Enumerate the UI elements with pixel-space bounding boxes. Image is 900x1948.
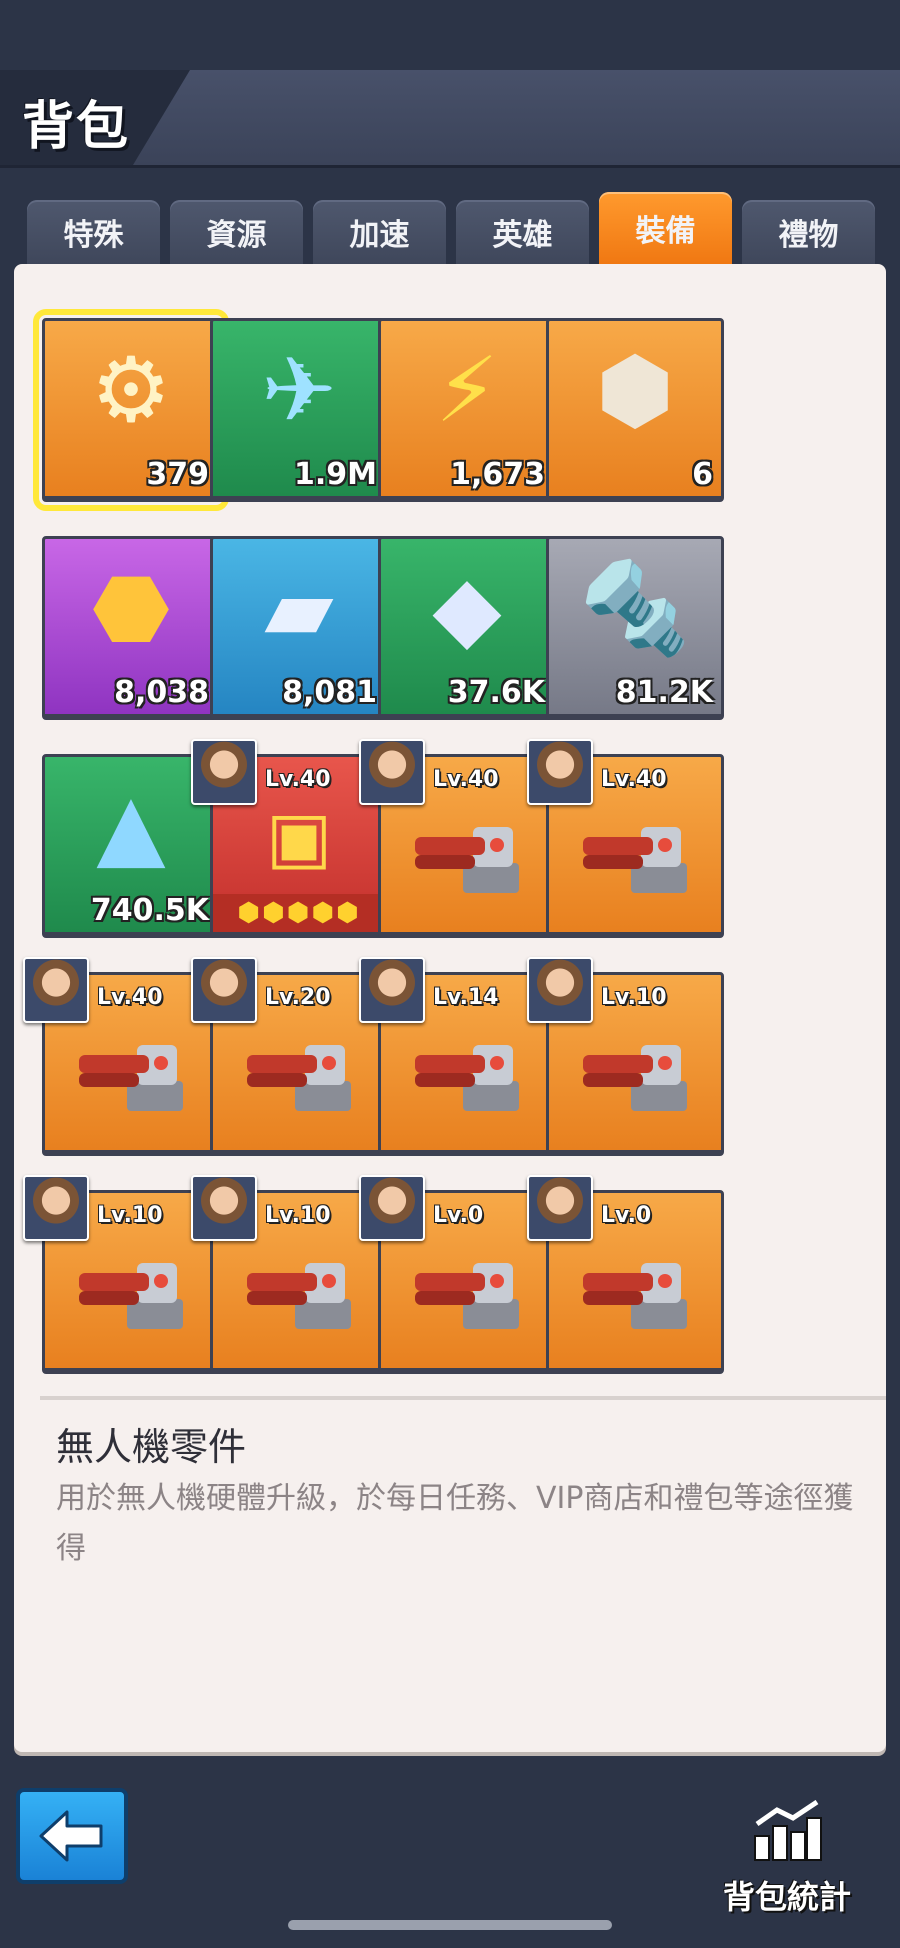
inventory-panel: ⚙ 379 ✈ 1.9M ⚡ 1,673 ⬢ 6 ⬣ 8,038 ▰ 8,081… (14, 264, 886, 1752)
cannon-icon (415, 1263, 519, 1329)
item-armor-part[interactable]: ⬢ 6 (546, 318, 724, 502)
hero-avatar (359, 739, 425, 805)
equipment-level: Lv.20 (265, 985, 331, 1010)
item-count: 1.9M (294, 457, 377, 492)
ice-block-icon: ◆ (432, 556, 502, 661)
item-drone-parts[interactable]: ⚙ 379 (33, 309, 229, 511)
item-description-title: 無人機零件 (56, 1425, 247, 1469)
stats-chart-icon (754, 1799, 822, 1861)
item-count: 81.2K (615, 675, 713, 710)
cannon-icon (583, 1045, 687, 1111)
energy-plate-icon: ⚡ (435, 338, 499, 443)
back-button[interactable] (16, 1788, 128, 1884)
star-rating: ⬢⬢⬢⬢⬢ (213, 894, 385, 932)
hero-avatar (191, 1175, 257, 1241)
armor-part-icon: ⬢ (595, 338, 675, 443)
item-energy-plate[interactable]: ⚡ 1,673 (378, 318, 556, 502)
hero-avatar (359, 1175, 425, 1241)
honeycomb-icon: ⬣ (91, 556, 171, 661)
cannon-icon (583, 1263, 687, 1329)
tab-special[interactable]: 特殊 (27, 200, 160, 264)
item-count: 379 (146, 457, 209, 492)
equipment-level: Lv.0 (433, 1203, 484, 1228)
page-title: 背包 (22, 97, 131, 157)
item-count: 6 (692, 457, 713, 492)
cannon-icon (583, 827, 687, 893)
item-count: 8,081 (282, 675, 377, 710)
equipment-level: Lv.10 (97, 1203, 163, 1228)
tab-heroes[interactable]: 英雄 (456, 200, 589, 264)
back-arrow-icon (39, 1810, 103, 1862)
equipment-level: Lv.40 (433, 767, 499, 792)
cannon-icon (415, 827, 519, 893)
equipment-level: Lv.40 (601, 767, 667, 792)
cannon-icon (247, 1045, 351, 1111)
item-description-text: 用於無人機硬體升級，於每日任務、VIP商店和禮包等途徑獲得 (56, 1481, 854, 1566)
tab-resources[interactable]: 資源 (170, 200, 303, 264)
home-indicator[interactable] (288, 1920, 612, 1930)
tab-gifts[interactable]: 禮物 (742, 200, 875, 264)
tab-equipment[interactable]: 裝備 (599, 192, 732, 276)
drone-chip-icon: ✈ (261, 338, 337, 443)
equipment-cannon[interactable]: Lv.10 (527, 957, 724, 1156)
item-count: 8,038 (114, 675, 209, 710)
equipment-cannon[interactable]: Lv.0 (527, 1175, 724, 1374)
bolt-icon: 🔩 (578, 556, 692, 661)
item-honeycomb[interactable]: ⬣ 8,038 (42, 536, 220, 720)
cannon-icon (79, 1263, 183, 1329)
item-ice-block[interactable]: ◆ 37.6K (378, 536, 556, 720)
divider (40, 1396, 886, 1400)
gear-icon: ⚙ (90, 338, 172, 443)
equipment-cannon[interactable]: Lv.40 (527, 739, 724, 938)
hero-avatar (527, 739, 593, 805)
hero-avatar (23, 1175, 89, 1241)
equipment-level: Lv.0 (601, 1203, 652, 1228)
item-count: 740.5K (90, 893, 209, 928)
ingot-icon: ▰ (264, 556, 334, 661)
item-count: 37.6K (447, 675, 545, 710)
equipment-level: Lv.40 (97, 985, 163, 1010)
hero-avatar (359, 957, 425, 1023)
cannon-icon (247, 1263, 351, 1329)
item-count: 1,673 (450, 457, 545, 492)
hero-avatar (527, 1175, 593, 1241)
equipment-level: Lv.10 (601, 985, 667, 1010)
equipment-level: Lv.14 (433, 985, 499, 1010)
cannon-icon (79, 1045, 183, 1111)
item-drone-chip[interactable]: ✈ 1.9M (210, 318, 388, 502)
equipment-level: Lv.10 (265, 1203, 331, 1228)
tab-speedup[interactable]: 加速 (313, 200, 446, 264)
item-ingot[interactable]: ▰ 8,081 (210, 536, 388, 720)
item-bolt[interactable]: 🔩 81.2K (546, 536, 724, 720)
hero-avatar (527, 957, 593, 1023)
bag-stats-button[interactable]: 背包統計 (712, 1799, 862, 1920)
hero-avatar (191, 957, 257, 1023)
cannon-icon (415, 1045, 519, 1111)
tab-bar: 特殊 資源 加速 英雄 裝備 禮物 (27, 192, 877, 276)
bag-stats-label: 背包統計 (722, 1878, 851, 1916)
hero-avatar (23, 957, 89, 1023)
